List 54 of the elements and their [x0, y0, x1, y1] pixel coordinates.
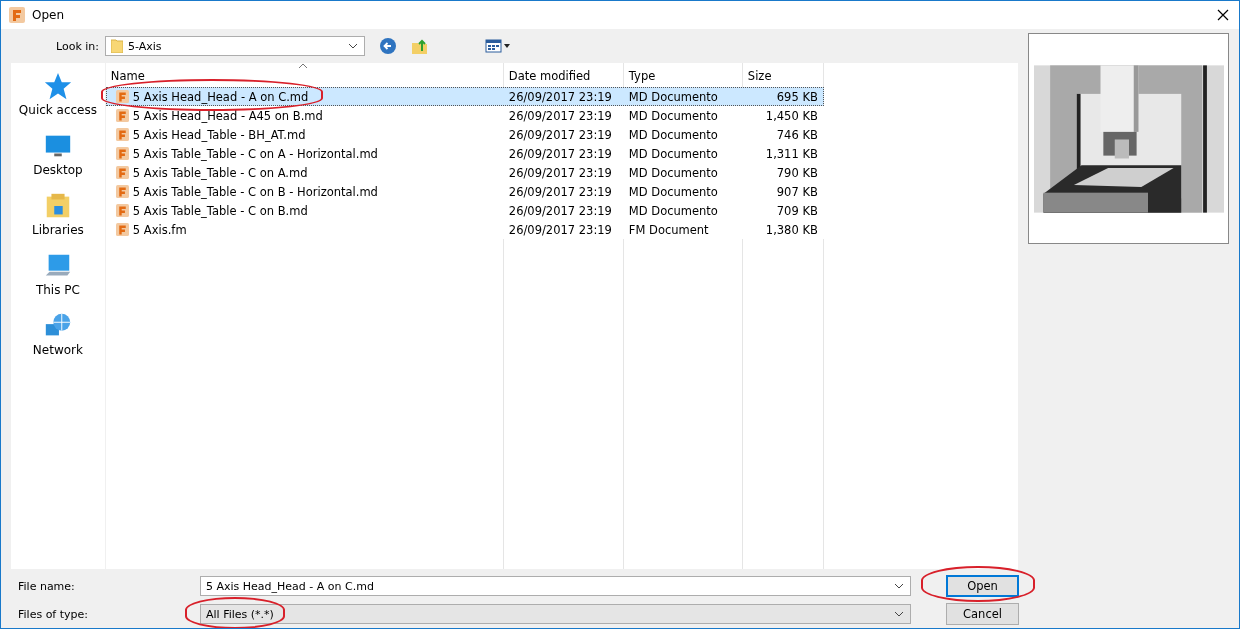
date-cell-text: 26/09/2017 23:19 — [507, 127, 613, 142]
file-row[interactable]: 5 Axis Head_Head - A on C.md 26/09/2017 23:19 MD Documento 695 KB — [105, 87, 824, 106]
date-cell-text: 26/09/2017 23:19 — [507, 89, 613, 104]
size-cell-text: 790 KB — [775, 165, 819, 180]
date-cell-text: 26/09/2017 23:19 — [507, 222, 613, 237]
file-name: 5 Axis Head_Head - A on C.md — [132, 89, 309, 104]
type-cell-text: MD Documento — [627, 89, 719, 104]
size-cell-text: 709 KB — [775, 203, 819, 218]
file-name: 5 Axis Table_Table - C on B - Horizontal.md — [132, 184, 378, 199]
date-cell-text: 26/09/2017 23:19 — [507, 203, 613, 218]
file-row[interactable]: 5 Axis Head_Head - A45 on B.md 26/09/2017 23:19 MD Documento 1,450 KB — [105, 106, 1019, 125]
size-cell-text: 907 KB — [775, 184, 819, 199]
cancel-button[interactable]: Cancel — [946, 603, 1019, 625]
places-item[interactable]: Quick access — [18, 71, 97, 117]
file-name-field[interactable]: 5 Axis Head_Head - A on C.md — [200, 576, 911, 596]
file-row[interactable]: 5 Axis.fm 26/09/2017 23:19 FM Document 1,380 KB — [105, 220, 1019, 239]
file-row[interactable]: 5 Axis Table_Table - C on B - Horizontal.md 26/09/2017 23:19 MD Documento 907 KB — [105, 182, 1019, 201]
size-cell-text: 1,380 KB — [764, 222, 819, 237]
open-button[interactable]: Open — [946, 575, 1019, 597]
file-type-dropdown[interactable]: All Files (*.*) — [200, 604, 911, 624]
file-row[interactable]: 5 Axis Table_Table - C on B.md 26/09/2017 23:19 MD Documento 709 KB — [105, 201, 1019, 220]
type-cell-text: MD Documento — [627, 127, 719, 142]
file-name: 5 Axis Table_Table - C on B.md — [132, 203, 308, 218]
look-in-label: Look in: — [55, 39, 99, 53]
date-cell-text: 26/09/2017 23:19 — [507, 165, 613, 180]
file-name: 5 Axis Head_Table - BH_AT.md — [132, 127, 306, 142]
file-row[interactable]: 5 Axis Head_Table - BH_AT.md 26/09/2017 23:19 MD Documento 746 KB — [105, 125, 1019, 144]
file-name: 5 Axis.fm — [132, 222, 187, 237]
size-cell-text: 1,450 KB — [764, 108, 819, 123]
type-cell-text: MD Documento — [627, 184, 719, 199]
type-cell-text: MD Documento — [627, 146, 719, 161]
date-cell-text: 26/09/2017 23:19 — [507, 184, 613, 199]
window-title: Open — [32, 8, 65, 22]
type-cell-text: MD Documento — [627, 165, 719, 180]
look-in-dropdown[interactable]: 5-Axis — [105, 36, 365, 56]
size-cell-text: 695 KB — [775, 89, 819, 104]
file-name: 5 Axis Table_Table - C on A - Horizontal.md — [132, 146, 378, 161]
file-name: 5 Axis Head_Head - A45 on B.md — [132, 108, 323, 123]
date-cell-text: 26/09/2017 23:19 — [507, 108, 613, 123]
type-cell-text: MD Documento — [627, 203, 719, 218]
size-cell-text: 1,311 KB — [764, 146, 819, 161]
places-item[interactable]: Network — [32, 311, 83, 357]
file-row[interactable]: 5 Axis Table_Table - C on A - Horizontal.md 26/09/2017 23:19 MD Documento 1,311 KB — [105, 144, 1019, 163]
size-cell-text: 746 KB — [775, 127, 819, 142]
type-cell-text: MD Documento — [627, 108, 719, 123]
date-cell-text: 26/09/2017 23:19 — [507, 146, 613, 161]
type-cell-text: FM Document — [627, 222, 710, 237]
file-type-label: Files of type: — [17, 607, 89, 621]
file-row[interactable]: 5 Axis Table_Table - C on A.md 26/09/2017 23:19 MD Documento 790 KB — [105, 163, 1019, 182]
file-name-label: File name: — [17, 579, 76, 593]
places-item[interactable]: Desktop — [33, 131, 83, 177]
places-item[interactable]: This PC — [35, 251, 80, 297]
file-name: 5 Axis Table_Table - C on A.md — [132, 165, 308, 180]
places-item[interactable]: Libraries — [32, 191, 84, 237]
